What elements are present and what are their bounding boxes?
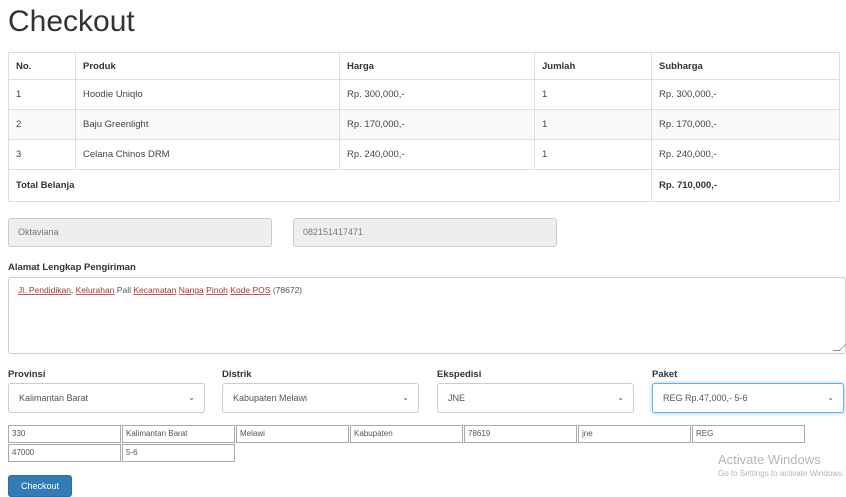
col-header-no: No. (8, 52, 76, 80)
hidden-field-service[interactable]: REG (692, 425, 805, 443)
customer-name-field[interactable]: Oktaviana (8, 218, 272, 247)
chevron-down-icon: ⌄ (617, 393, 624, 402)
col-header-jumlah: Jumlah (534, 52, 652, 80)
address-part: Nanga (178, 285, 204, 295)
table-row: 1 Hoodie Uniqlo Rp. 300,000,- 1 Rp. 300,… (8, 79, 840, 110)
address-part: Pinoh (206, 285, 228, 295)
cell-jumlah: 1 (534, 139, 652, 170)
table-row: 3 Celana Chinos DRM Rp. 240,000,- 1 Rp. … (8, 139, 840, 170)
hidden-field-etd[interactable]: 5-6 (122, 444, 235, 462)
cell-produk: Hoodie Uniqlo (75, 79, 340, 110)
address-part: Kode POS (230, 285, 271, 295)
page-title: Checkout (8, 5, 135, 38)
paket-label: Paket (652, 369, 678, 380)
address-label: Alamat Lengkap Pengiriman (8, 262, 136, 273)
cell-subharga: Rp. 240,000,- (651, 139, 840, 170)
col-header-harga: Harga (339, 52, 535, 80)
provinsi-select[interactable]: Kalimantan Barat ⌄ (8, 383, 205, 413)
paket-select[interactable]: REG Rp.47,000,- 5-6 ⌄ (652, 383, 844, 413)
ekspedisi-value: JNE (448, 393, 466, 403)
hidden-field-city-type[interactable]: Kabupaten (350, 425, 463, 443)
cell-subharga: Rp. 300,000,- (651, 79, 840, 110)
table-total-row: Total Belanja Rp. 710,000,- (8, 169, 840, 202)
distrik-value: Kabupaten Melawi (233, 393, 308, 403)
address-part: Kecamatan (133, 285, 177, 295)
hidden-field-province-name[interactable]: Kalimantan Barat (122, 425, 235, 443)
address-textarea[interactable]: Jl. Pendidikan, Kelurahan Pall Kecamatan… (8, 277, 846, 354)
cell-no: 1 (8, 79, 76, 110)
hidden-field-courier[interactable]: jne (578, 425, 691, 443)
distrik-select[interactable]: Kabupaten Melawi ⌄ (222, 383, 419, 413)
activate-windows-watermark: Activate Windows Go to Settings to activ… (718, 452, 844, 478)
hidden-field-city-name[interactable]: Melawi (236, 425, 349, 443)
address-part: Kelurahan (75, 285, 115, 295)
col-header-subharga: Subharga (651, 52, 840, 80)
checkout-button[interactable]: Checkout (8, 475, 72, 497)
watermark-subtitle: Go to Settings to activate Windows. (718, 469, 845, 478)
total-value: Rp. 710,000,- (651, 169, 840, 202)
ekspedisi-select[interactable]: JNE ⌄ (437, 383, 634, 413)
hidden-field-cost[interactable]: 47000 (8, 444, 121, 462)
provinsi-label: Provinsi (8, 369, 46, 380)
cell-produk: Baju Greenlight (75, 109, 340, 140)
cell-harga: Rp. 240,000,- (339, 139, 535, 170)
paket-value: REG Rp.47,000,- 5-6 (663, 393, 748, 403)
cell-jumlah: 1 (534, 79, 652, 110)
cell-harga: Rp. 300,000,- (339, 79, 535, 110)
cell-harga: Rp. 170,000,- (339, 109, 535, 140)
address-part: (78672) (272, 285, 303, 295)
cell-produk: Celana Chinos DRM (75, 139, 340, 170)
provinsi-value: Kalimantan Barat (19, 393, 89, 403)
table-header-row: No. Produk Harga Jumlah Subharga (8, 52, 840, 80)
cell-no: 3 (8, 139, 76, 170)
watermark-title: Activate Windows (718, 452, 821, 467)
col-header-produk: Produk (75, 52, 340, 80)
hidden-field-province-id[interactable]: 330 (8, 425, 121, 443)
total-label: Total Belanja (8, 169, 652, 202)
customer-phone-field[interactable]: 082151417471 (293, 218, 557, 247)
chevron-down-icon: ⌄ (827, 393, 834, 402)
hidden-field-postal-code[interactable]: 78619 (464, 425, 577, 443)
cell-no: 2 (8, 109, 76, 140)
table-row: 2 Baju Greenlight Rp. 170,000,- 1 Rp. 17… (8, 109, 840, 140)
ekspedisi-label: Ekspedisi (437, 369, 482, 380)
cell-jumlah: 1 (534, 109, 652, 140)
resize-grip-icon[interactable] (832, 344, 846, 351)
distrik-label: Distrik (222, 369, 252, 380)
chevron-down-icon: ⌄ (188, 393, 195, 402)
cell-subharga: Rp. 170,000,- (651, 109, 840, 140)
cart-table: No. Produk Harga Jumlah Subharga 1 Hoodi… (8, 52, 840, 202)
address-part: Pall (116, 285, 131, 295)
chevron-down-icon: ⌄ (402, 393, 409, 402)
address-part: Jl. Pendidikan (18, 285, 71, 295)
